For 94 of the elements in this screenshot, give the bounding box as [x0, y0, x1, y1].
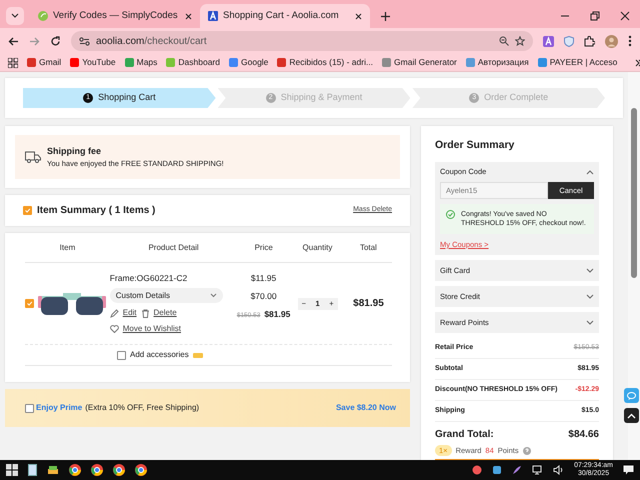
grand-total-value: $84.66	[568, 428, 599, 442]
custom-details-dropdown[interactable]: Custom Details	[110, 288, 223, 304]
stacked-layers-icon[interactable]	[47, 464, 59, 476]
frame-code: Frame:OG60221-C2	[110, 272, 188, 284]
trash-icon	[140, 308, 150, 318]
order-summary-title: Order Summary	[435, 138, 516, 153]
column-header: Item	[58, 242, 76, 254]
arrow-right-icon	[29, 36, 40, 46]
column-header: Total	[358, 242, 378, 254]
sunglasses-drawing	[38, 290, 106, 316]
url-text: aoolia.com/checkout/cart	[96, 34, 208, 48]
browser-app-icon[interactable]	[135, 464, 147, 476]
prime-checkbox[interactable]	[25, 404, 34, 412]
reload-button[interactable]	[50, 36, 61, 46]
speaker-icon[interactable]	[553, 465, 564, 475]
scrollbar-thumb[interactable]	[631, 108, 637, 278]
item-checkbox[interactable]	[25, 299, 34, 308]
bookmark-link[interactable]: Google	[229, 56, 268, 69]
bookmark-link[interactable]: PAYEER | Acceso	[538, 56, 618, 69]
bookmark-link[interactable]: Авторизация	[466, 56, 529, 69]
chat-bubble-icon	[627, 392, 636, 400]
grand-total-label: Grand Total:	[435, 428, 494, 442]
apps-grid-icon[interactable]	[8, 58, 18, 68]
browser-tab[interactable]: Verify Codes — SimplyCodes	[30, 4, 200, 28]
puzzle-icon[interactable]	[584, 36, 595, 46]
enjoy-prime-link[interactable]: Enjoy Prime	[36, 402, 82, 414]
letter-a-icon[interactable]	[543, 36, 554, 46]
edit-link[interactable]: Edit	[122, 307, 137, 320]
close-tab-button[interactable]	[355, 12, 362, 20]
browser-app-icon[interactable]	[91, 464, 103, 476]
site-settings-icon	[79, 36, 90, 46]
tray-app-icon[interactable]	[472, 465, 482, 475]
column-header: Product Detail	[147, 242, 200, 254]
select-all-checkbox[interactable]	[23, 206, 32, 215]
chevron-up-icon[interactable]	[586, 168, 594, 175]
bookmark-link[interactable]: Gmail	[27, 56, 62, 69]
bookmark-link[interactable]: Recibidos (15) - adri...	[277, 56, 374, 69]
accessories-checkbox[interactable]	[117, 350, 126, 360]
chevron-down-icon[interactable]	[586, 320, 594, 326]
chat-button[interactable]	[624, 388, 639, 403]
arrow-left-icon	[8, 36, 19, 46]
pencil-icon	[110, 308, 119, 318]
browser-tab[interactable]: Shopping Cart - Aoolia.com	[200, 4, 370, 28]
item-summary-title: Item Summary ( 1 Items )	[37, 204, 156, 218]
browser-app-icon[interactable]	[69, 464, 81, 476]
network-icon[interactable]	[532, 465, 544, 475]
bookmark-link[interactable]: YouTube	[70, 56, 116, 69]
close-icon	[355, 12, 362, 20]
close-icon	[185, 12, 192, 20]
back-button[interactable]	[8, 36, 19, 46]
tab-title: Verify Codes — SimplyCodes	[53, 8, 179, 23]
leaf-icon	[38, 11, 48, 21]
plus-icon	[380, 12, 390, 20]
chevron-down-icon[interactable]	[586, 294, 594, 300]
tab-list-button[interactable]	[6, 7, 24, 25]
notification-icon[interactable]	[623, 465, 634, 475]
star-icon[interactable]	[515, 36, 525, 46]
feather-icon[interactable]	[512, 465, 522, 475]
bookmark-link[interactable]: Gmail Generator	[382, 56, 457, 69]
close-tab-button[interactable]	[185, 12, 192, 20]
zoom-icon[interactable]	[499, 36, 509, 46]
item-total: $81.95	[352, 297, 385, 311]
reload-icon	[50, 36, 61, 46]
letter-a-icon	[208, 11, 218, 21]
shield-icon[interactable]	[564, 36, 574, 46]
chevron-down-icon	[210, 293, 217, 298]
check-circle-icon	[446, 210, 455, 219]
tab-title: Shopping Cart - Aoolia.com	[223, 8, 340, 23]
chevron-down-icon[interactable]	[586, 268, 594, 274]
delete-link[interactable]: Delete	[154, 307, 177, 320]
bookmark-link[interactable]: Maps	[124, 56, 158, 69]
bookmark-link[interactable]: Dashboard	[166, 56, 220, 69]
restore-icon	[590, 11, 600, 21]
delivery-truck-icon	[25, 151, 41, 163]
more-menu-icon[interactable]	[628, 35, 632, 47]
address-bar[interactable]: aoolia.com/checkout/cart	[71, 31, 533, 51]
add-accessories-label: Add accessories	[130, 349, 189, 361]
heart-icon	[110, 325, 119, 334]
tag-icon	[192, 352, 203, 358]
tray-app-icon[interactable]	[492, 465, 502, 475]
close-icon	[620, 11, 630, 21]
back-to-top-button[interactable]	[624, 408, 639, 423]
browser-app-icon[interactable]	[113, 464, 125, 476]
price: $81.95	[264, 308, 290, 321]
chevron-down-icon	[11, 13, 19, 19]
price-line: $11.95	[250, 272, 276, 286]
prime-detail: (Extra 10% OFF, Free Shipping)	[85, 402, 200, 414]
chevron-up-icon	[627, 412, 636, 418]
column-header: Quantity	[302, 242, 334, 254]
shipping-title: Shipping fee	[47, 144, 102, 158]
move-to-wishlist-link[interactable]: Move to Wishlist	[122, 323, 181, 336]
column-header: Price	[254, 242, 274, 254]
price-line: $70.00	[250, 290, 277, 303]
start-icon[interactable]	[6, 464, 18, 476]
